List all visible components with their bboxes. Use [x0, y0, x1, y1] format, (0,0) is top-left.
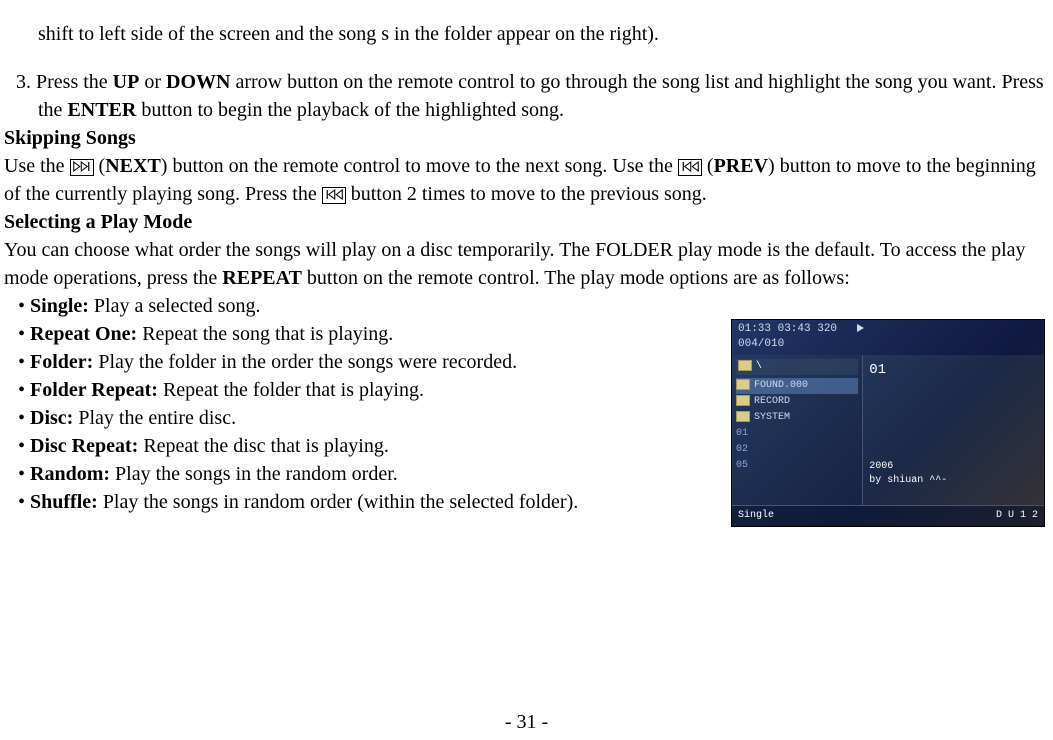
- folder-icon: [738, 360, 752, 371]
- mode-single-label: Single:: [30, 295, 89, 317]
- shot-right-line2: 2006: [869, 460, 1038, 474]
- shot-time-bitrate: 01:33 03:43 320: [738, 323, 837, 335]
- mode-disc-desc: Play the entire disc.: [73, 407, 236, 429]
- mode-disc-repeat-desc: Repeat the disc that is playing.: [138, 435, 389, 457]
- mode-single: Single: Play a selected song.: [18, 292, 1049, 320]
- shot-folder-item: 01: [736, 426, 858, 442]
- heading-skipping-songs: Skipping Songs: [4, 124, 1049, 152]
- mode-repeat-one-label: Repeat One:: [30, 323, 137, 345]
- step-3-up: UP: [113, 71, 140, 93]
- mode-disc-label: Disc:: [30, 407, 73, 429]
- mode-repeat-one-desc: Repeat the song that is playing.: [137, 323, 393, 345]
- shot-folder-pane: \ FOUND.000RECORDSYSTEM010205: [732, 355, 863, 505]
- shot-footer-right: D U 1 2: [996, 509, 1038, 523]
- prev-track-icon-2: [322, 187, 346, 204]
- play-mode-paragraph: You can choose what order the songs will…: [4, 236, 1049, 292]
- shot-header: 01:33 03:43 320 004/010: [732, 320, 1044, 355]
- step-3: 3. Press the UP or DOWN arrow button on …: [4, 68, 1049, 124]
- skip-p4: (: [702, 155, 714, 177]
- step-3-prefix: 3. Press the: [16, 71, 113, 93]
- player-screenshot: 01:33 03:43 320 004/010 \ FOUND.000RECOR…: [731, 319, 1045, 527]
- mode-single-desc: Play a selected song.: [89, 295, 261, 317]
- mode-random-desc: Play the songs in the random order.: [110, 463, 398, 485]
- skip-p6: button 2 times to move to the previous s…: [346, 183, 707, 205]
- mode-shuffle-desc: Play the songs in random order (within t…: [98, 491, 578, 513]
- shot-folder-item: 02: [736, 442, 858, 458]
- shot-info-pane: 01 2006 by shiuan ^^-: [863, 355, 1044, 505]
- mode-repeat-label: REPEAT: [222, 267, 302, 289]
- mode-folder-repeat-label: Folder Repeat:: [30, 379, 158, 401]
- intro-continuation: shift to left side of the screen and the…: [4, 20, 1049, 48]
- shot-folder-item: FOUND.000: [736, 378, 858, 394]
- shot-footer: Single D U 1 2: [732, 505, 1044, 526]
- shot-right-line1: 01: [869, 361, 1038, 381]
- heading-play-mode: Selecting a Play Mode: [4, 208, 1049, 236]
- step-3-m1: or: [139, 71, 166, 93]
- mode-p2: button on the remote control. The play m…: [302, 267, 850, 289]
- skip-p1: Use the: [4, 155, 70, 177]
- shot-right-line3: by shiuan ^^-: [869, 474, 1038, 488]
- shot-folder-item: 05: [736, 458, 858, 474]
- play-icon: [857, 324, 864, 332]
- shot-track-count: 004/010: [738, 337, 1038, 352]
- shot-playmode-indicator: Single: [738, 509, 774, 523]
- mode-folder-label: Folder:: [30, 351, 93, 373]
- shot-root-path: \: [736, 359, 858, 375]
- skip-prev-label: PREV: [714, 155, 768, 177]
- skipping-songs-paragraph: Use the (NEXT) button on the remote cont…: [4, 152, 1049, 208]
- step-3-m3: button to begin the playback of the high…: [136, 99, 564, 121]
- mode-random-label: Random:: [30, 463, 110, 485]
- skip-p2: (: [94, 155, 106, 177]
- shot-folder-item: RECORD: [736, 394, 858, 410]
- skip-next-label: NEXT: [105, 155, 161, 177]
- step-3-enter: ENTER: [67, 99, 136, 121]
- shot-root-label: \: [756, 361, 762, 372]
- prev-track-icon: [678, 159, 702, 176]
- page-number: - 31 -: [4, 708, 1049, 736]
- mode-disc-repeat-label: Disc Repeat:: [30, 435, 138, 457]
- next-track-icon: [70, 159, 94, 176]
- skip-p3: ) button on the remote control to move t…: [161, 155, 678, 177]
- shot-folder-item: SYSTEM: [736, 410, 858, 426]
- step-3-down: DOWN: [166, 71, 230, 93]
- mode-folder-desc: Play the folder in the order the songs w…: [93, 351, 517, 373]
- mode-shuffle-label: Shuffle:: [30, 491, 98, 513]
- mode-folder-repeat-desc: Repeat the folder that is playing.: [158, 379, 424, 401]
